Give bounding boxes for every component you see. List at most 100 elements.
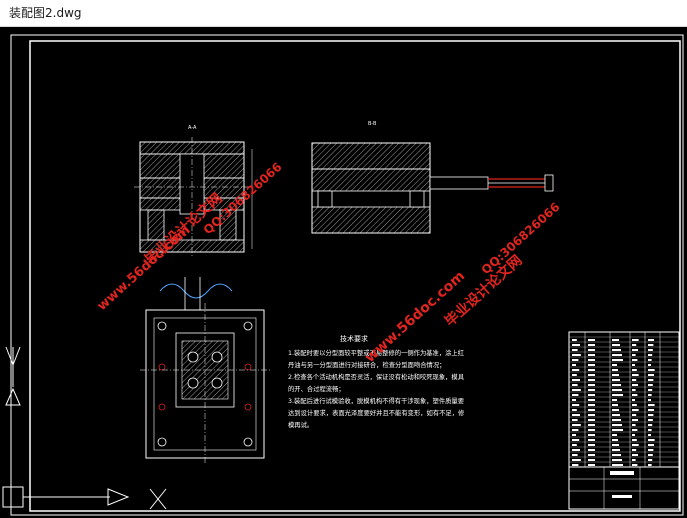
parts-list-cell-text <box>632 454 638 456</box>
parts-list-cell-text <box>572 374 577 376</box>
parts-list-cell-text <box>612 449 620 451</box>
parts-list-cell-text <box>572 429 579 431</box>
parts-list-cell-text <box>612 339 619 341</box>
parts-list-cell-text <box>632 359 638 361</box>
parts-list-cell-text <box>632 444 639 446</box>
parts-list-cell-text <box>588 459 595 461</box>
notes-line-2: 丹油与另一分型面进行对接研合，检查分型面吻合情况； <box>288 360 445 369</box>
title-block <box>568 331 680 510</box>
parts-list-cell-text <box>572 414 580 416</box>
cad-drawing[interactable]: A-A B-B 技术要求 1.装配时要以分型面较平整或不易整修的一侧作为基准，涂… <box>0 27 687 518</box>
parts-list-cell-text <box>612 454 621 456</box>
parts-list-cell-text <box>612 464 623 466</box>
parts-list-cell-text <box>648 389 653 391</box>
parts-list-cell-text <box>632 424 636 426</box>
parts-list-cell-text <box>648 464 652 466</box>
parts-list-cell-text <box>572 389 581 391</box>
parts-list-cell-text <box>572 384 578 386</box>
parts-list-cell-text <box>648 409 654 411</box>
parts-list-cell-text <box>572 464 579 466</box>
parts-list-cell-text <box>612 384 621 386</box>
notes-heading: 技术要求 <box>340 334 368 343</box>
parts-list-cell-text <box>648 404 655 406</box>
parts-list-cell-text <box>632 339 639 341</box>
parts-list-cell-text <box>572 399 576 401</box>
parts-list-cell-text <box>588 424 595 426</box>
parts-list-cell-text <box>572 349 578 351</box>
parts-list-cell-text <box>648 399 651 401</box>
parts-list-cell-text <box>588 444 595 446</box>
parts-list-cell-text <box>632 449 637 451</box>
parts-list-cell-text <box>632 429 638 431</box>
plan-view <box>140 277 270 465</box>
parts-list-cell-text <box>612 444 619 446</box>
parts-list-cell-text <box>612 409 619 411</box>
parts-list-cell-text <box>648 339 654 341</box>
parts-list-cell-text <box>648 439 655 441</box>
parts-list-cell-text <box>648 454 653 456</box>
parts-list-cell-text <box>588 399 595 401</box>
parts-list-cell-text <box>648 424 653 426</box>
parts-list-cell-text <box>588 439 595 441</box>
parts-list-cell-text <box>588 409 595 411</box>
parts-list-cell-text <box>572 404 580 406</box>
parts-list-cell-text <box>572 359 579 361</box>
parts-list-cell-text <box>648 459 653 461</box>
parts-list-cell-text <box>572 409 577 411</box>
parts-list-cell-text <box>648 384 653 386</box>
parts-list-cell-text <box>612 389 622 391</box>
parts-list-cell-text <box>588 404 595 406</box>
parts-list-cell-text <box>612 429 623 431</box>
parts-list-cell-text <box>588 369 595 371</box>
title-bar: 装配图2.dwg <box>0 0 687 27</box>
parts-list-cell-text <box>648 419 653 421</box>
parts-list-cell-text <box>632 404 637 406</box>
parts-list-cell-text <box>632 384 638 386</box>
parts-list-cell-text <box>612 344 620 346</box>
parts-list-cell-text <box>648 344 654 346</box>
parts-list-cell-text <box>612 369 618 371</box>
parts-list-cell-text <box>572 344 580 346</box>
parts-list-cell-text <box>612 404 618 406</box>
parts-list-cell-text <box>648 414 654 416</box>
parts-list-cell-text <box>612 394 623 396</box>
parts-list-cell-text <box>612 354 622 356</box>
parts-list-cell-text <box>612 414 620 416</box>
notes-line-5: 3.装配后进行试模验收，脱模机构不得有干涉现象，塑件质量要 <box>288 396 464 405</box>
parts-list-cell-text <box>632 439 637 441</box>
parts-list-cell-text <box>588 349 595 351</box>
parts-list-cell-text <box>632 409 639 411</box>
parts-list-cell-text <box>612 349 621 351</box>
parts-list-cell-text <box>572 449 580 451</box>
parts-list-cell-text <box>632 354 636 356</box>
cad-viewport[interactable]: A-A B-B 技术要求 1.装配时要以分型面较平整或不易整修的一侧作为基准，涂… <box>0 27 687 518</box>
window-title: 装配图2.dwg <box>9 6 82 20</box>
parts-list-cell-text <box>572 364 576 366</box>
parts-list-cell-text <box>648 364 651 366</box>
parts-list-cell-text <box>632 394 638 396</box>
parts-list-cell-text <box>648 394 652 396</box>
parts-list-cell-text <box>572 339 577 341</box>
parts-list-cell-text <box>612 399 617 401</box>
parts-list-cell-text <box>588 379 595 381</box>
parts-list-cell-text <box>588 394 595 396</box>
parts-list-cell-text <box>588 384 595 386</box>
parts-list-cell-text <box>612 379 620 381</box>
parts-list-cell-text <box>632 349 638 351</box>
parts-list-cell-text <box>648 354 653 356</box>
parts-list-cell-text <box>588 344 595 346</box>
left-section-view: A-A <box>134 125 253 257</box>
parts-list-cell-text <box>632 369 637 371</box>
parts-list-cell-text <box>572 394 579 396</box>
parts-list-cell-text <box>648 449 654 451</box>
right-view-label: B-B <box>368 121 377 127</box>
parts-list-cell-text <box>588 454 595 456</box>
parts-list-cell-text <box>588 354 595 356</box>
parts-list-cell-text <box>612 374 619 376</box>
parts-list-cell-text <box>588 419 595 421</box>
right-section-view: B-B <box>311 121 554 234</box>
parts-list-cell-text <box>612 434 617 436</box>
parts-list-cell-text <box>632 344 637 346</box>
parts-list-cell-text <box>588 434 595 436</box>
parts-list-cell-text <box>632 379 637 381</box>
